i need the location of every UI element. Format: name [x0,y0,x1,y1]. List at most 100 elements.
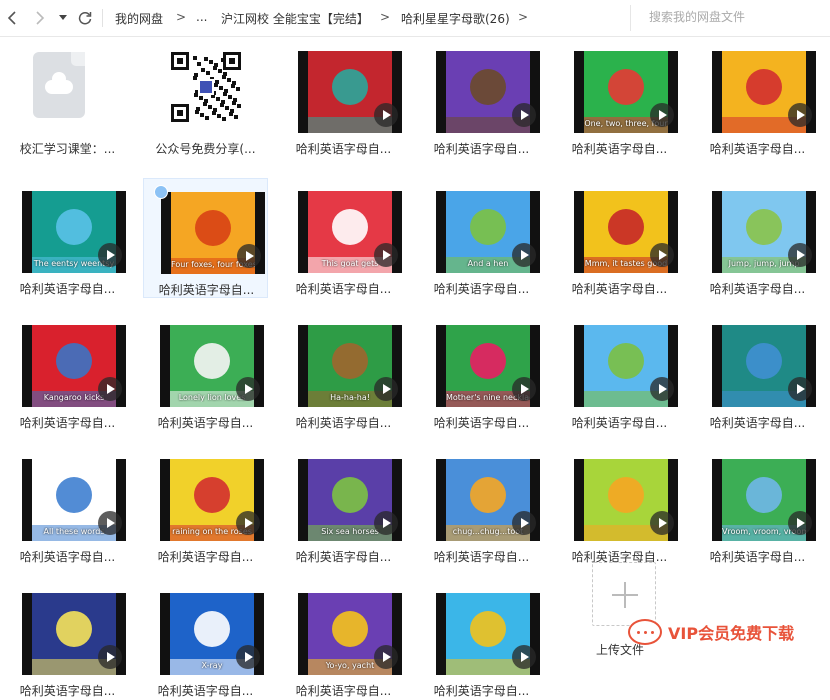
file-item[interactable]: One, two, three, four 哈利英语字母自... [557,38,682,158]
play-icon[interactable] [788,511,812,535]
file-name[interactable]: 哈利英语字母自... [695,280,820,297]
file-item[interactable]: Ha-ha-ha! 哈利英语字母自... [281,312,406,432]
file-item[interactable]: Jump, jump, jump 哈利英语字母自... [695,178,820,298]
file-item[interactable]: 哈利英语字母自... [419,580,544,700]
video-thumbnail: Vroom, vroom, vroom [712,459,816,541]
play-icon[interactable] [374,243,398,267]
play-icon[interactable] [788,377,812,401]
breadcrumb-separator: > [176,10,187,24]
breadcrumb-level2[interactable]: 沪江网校 全能宝宝【完结】 [221,10,369,27]
file-item[interactable]: Kangaroo kicks 哈利英语字母自... [5,312,130,432]
play-icon[interactable] [236,645,260,669]
play-icon[interactable] [98,377,122,401]
play-icon[interactable] [512,103,536,127]
play-icon[interactable] [788,243,812,267]
video-thumbnail: chug...chug...toot [436,459,540,541]
file-name[interactable]: 哈利英语字母自... [5,682,130,699]
file-item[interactable]: Lonely lion loves 哈利英语字母自... [143,312,268,432]
file-name[interactable]: 哈利英语字母自... [143,682,268,699]
selection-check-icon[interactable] [154,185,168,199]
chevron-right-icon[interactable] [30,6,50,30]
play-icon[interactable] [512,511,536,535]
file-item[interactable]: 哈利英语字母自... [557,446,682,566]
file-name[interactable]: 哈利英语字母自... [419,280,544,297]
file-grid: 校汇学习课堂：... 公众号免费分享(... 哈利英语字母自... 哈利英语字母自..… [0,38,830,700]
file-item[interactable]: Six sea horses 哈利英语字母自... [281,446,406,566]
breadcrumb-current[interactable]: 哈利星星字母歌(26) [401,10,510,27]
chevron-left-icon[interactable] [2,6,22,30]
file-name[interactable]: 校汇学习课堂：... [5,140,130,157]
file-name[interactable]: 哈利英语字母自... [695,414,820,431]
video-thumbnail: Yo-yo, yacht [298,593,402,675]
file-name[interactable]: 哈利英语字母自... [5,414,130,431]
file-name[interactable]: 哈利英语字母自... [281,682,406,699]
file-item[interactable]: 哈利英语字母自... [5,580,130,700]
caret-down-icon[interactable] [56,6,70,30]
file-name[interactable]: 公众号免费分享(... [143,140,268,157]
file-item[interactable]: 哈利英语字母自... [557,312,682,432]
file-name[interactable]: 哈利英语字母自... [143,548,268,565]
file-name[interactable]: 哈利英语字母自... [281,414,406,431]
file-name[interactable]: 哈利英语字母自... [419,682,544,699]
file-name[interactable]: 哈利英语字母自... [143,414,268,431]
file-item[interactable]: X-ray 哈利英语字母自... [143,580,268,700]
play-icon[interactable] [650,511,674,535]
file-item[interactable]: 公众号免费分享(... [143,38,268,158]
file-item[interactable]: 哈利英语字母自... [281,38,406,158]
file-item[interactable]: And a hen 哈利英语字母自... [419,178,544,298]
play-icon[interactable] [374,511,398,535]
play-icon[interactable] [236,377,260,401]
play-icon[interactable] [512,645,536,669]
file-name[interactable]: 哈利英语字母自... [695,548,820,565]
play-icon[interactable] [374,377,398,401]
file-name[interactable]: 哈利英语字母自... [557,140,682,157]
play-icon[interactable] [374,103,398,127]
play-icon[interactable] [650,103,674,127]
video-thumbnail: X-ray [160,593,264,675]
file-item[interactable]: This goat gets 哈利英语字母自... [281,178,406,298]
play-icon[interactable] [788,103,812,127]
file-name[interactable]: 哈利英语字母自... [5,280,130,297]
file-item[interactable]: 哈利英语字母自... [695,38,820,158]
breadcrumb-root[interactable]: 我的网盘 [115,10,163,27]
file-item[interactable]: The eentsy weentsy 哈利英语字母自... [5,178,130,298]
file-name[interactable]: 哈利英语字母自... [695,140,820,157]
file-name[interactable]: 哈利英语字母自... [281,280,406,297]
file-item[interactable]: chug...chug...toot 哈利英语字母自... [419,446,544,566]
play-icon[interactable] [512,377,536,401]
file-name[interactable]: 哈利英语字母自... [557,280,682,297]
file-name[interactable]: 哈利英语字母自... [419,548,544,565]
play-icon[interactable] [236,511,260,535]
file-name[interactable]: 哈利英语字母自... [419,414,544,431]
file-item[interactable]: Vroom, vroom, vroom 哈利英语字母自... [695,446,820,566]
refresh-icon[interactable] [75,6,95,30]
play-icon[interactable] [98,511,122,535]
file-item[interactable]: 哈利英语字母自... [419,38,544,158]
video-thumbnail [436,51,540,133]
file-item[interactable]: raining on the roses 哈利英语字母自... [143,446,268,566]
play-icon[interactable] [237,244,261,268]
search-input[interactable] [649,10,799,24]
file-name[interactable]: 哈利英语字母自... [557,414,682,431]
video-thumbnail: Lonely lion loves [160,325,264,407]
file-item[interactable]: All these words 哈利英语字母自... [5,446,130,566]
video-thumbnail: The eentsy weentsy [22,191,126,273]
file-name[interactable]: 哈利英语字母自... [419,140,544,157]
file-name[interactable]: 哈利英语字母自... [281,140,406,157]
file-item[interactable]: 哈利英语字母自... [695,312,820,432]
file-name[interactable]: 哈利英语字母自... [5,548,130,565]
file-name[interactable]: 哈利英语字母自... [144,281,269,298]
file-item[interactable]: Mother's nine necklaces 哈利英语字母自... [419,312,544,432]
play-icon[interactable] [98,645,122,669]
file-item[interactable]: Four foxes, four foxes 哈利英语字母自... [143,178,268,298]
file-item[interactable]: Mmm, it tastes good 哈利英语字母自... [557,178,682,298]
file-item[interactable]: Yo-yo, yacht 哈利英语字母自... [281,580,406,700]
play-icon[interactable] [650,377,674,401]
play-icon[interactable] [650,243,674,267]
play-icon[interactable] [374,645,398,669]
file-name[interactable]: 哈利英语字母自... [281,548,406,565]
file-item[interactable]: 校汇学习课堂：... [5,38,130,158]
breadcrumb-ellipsis[interactable]: ... [196,10,207,24]
play-icon[interactable] [512,243,536,267]
play-icon[interactable] [98,243,122,267]
